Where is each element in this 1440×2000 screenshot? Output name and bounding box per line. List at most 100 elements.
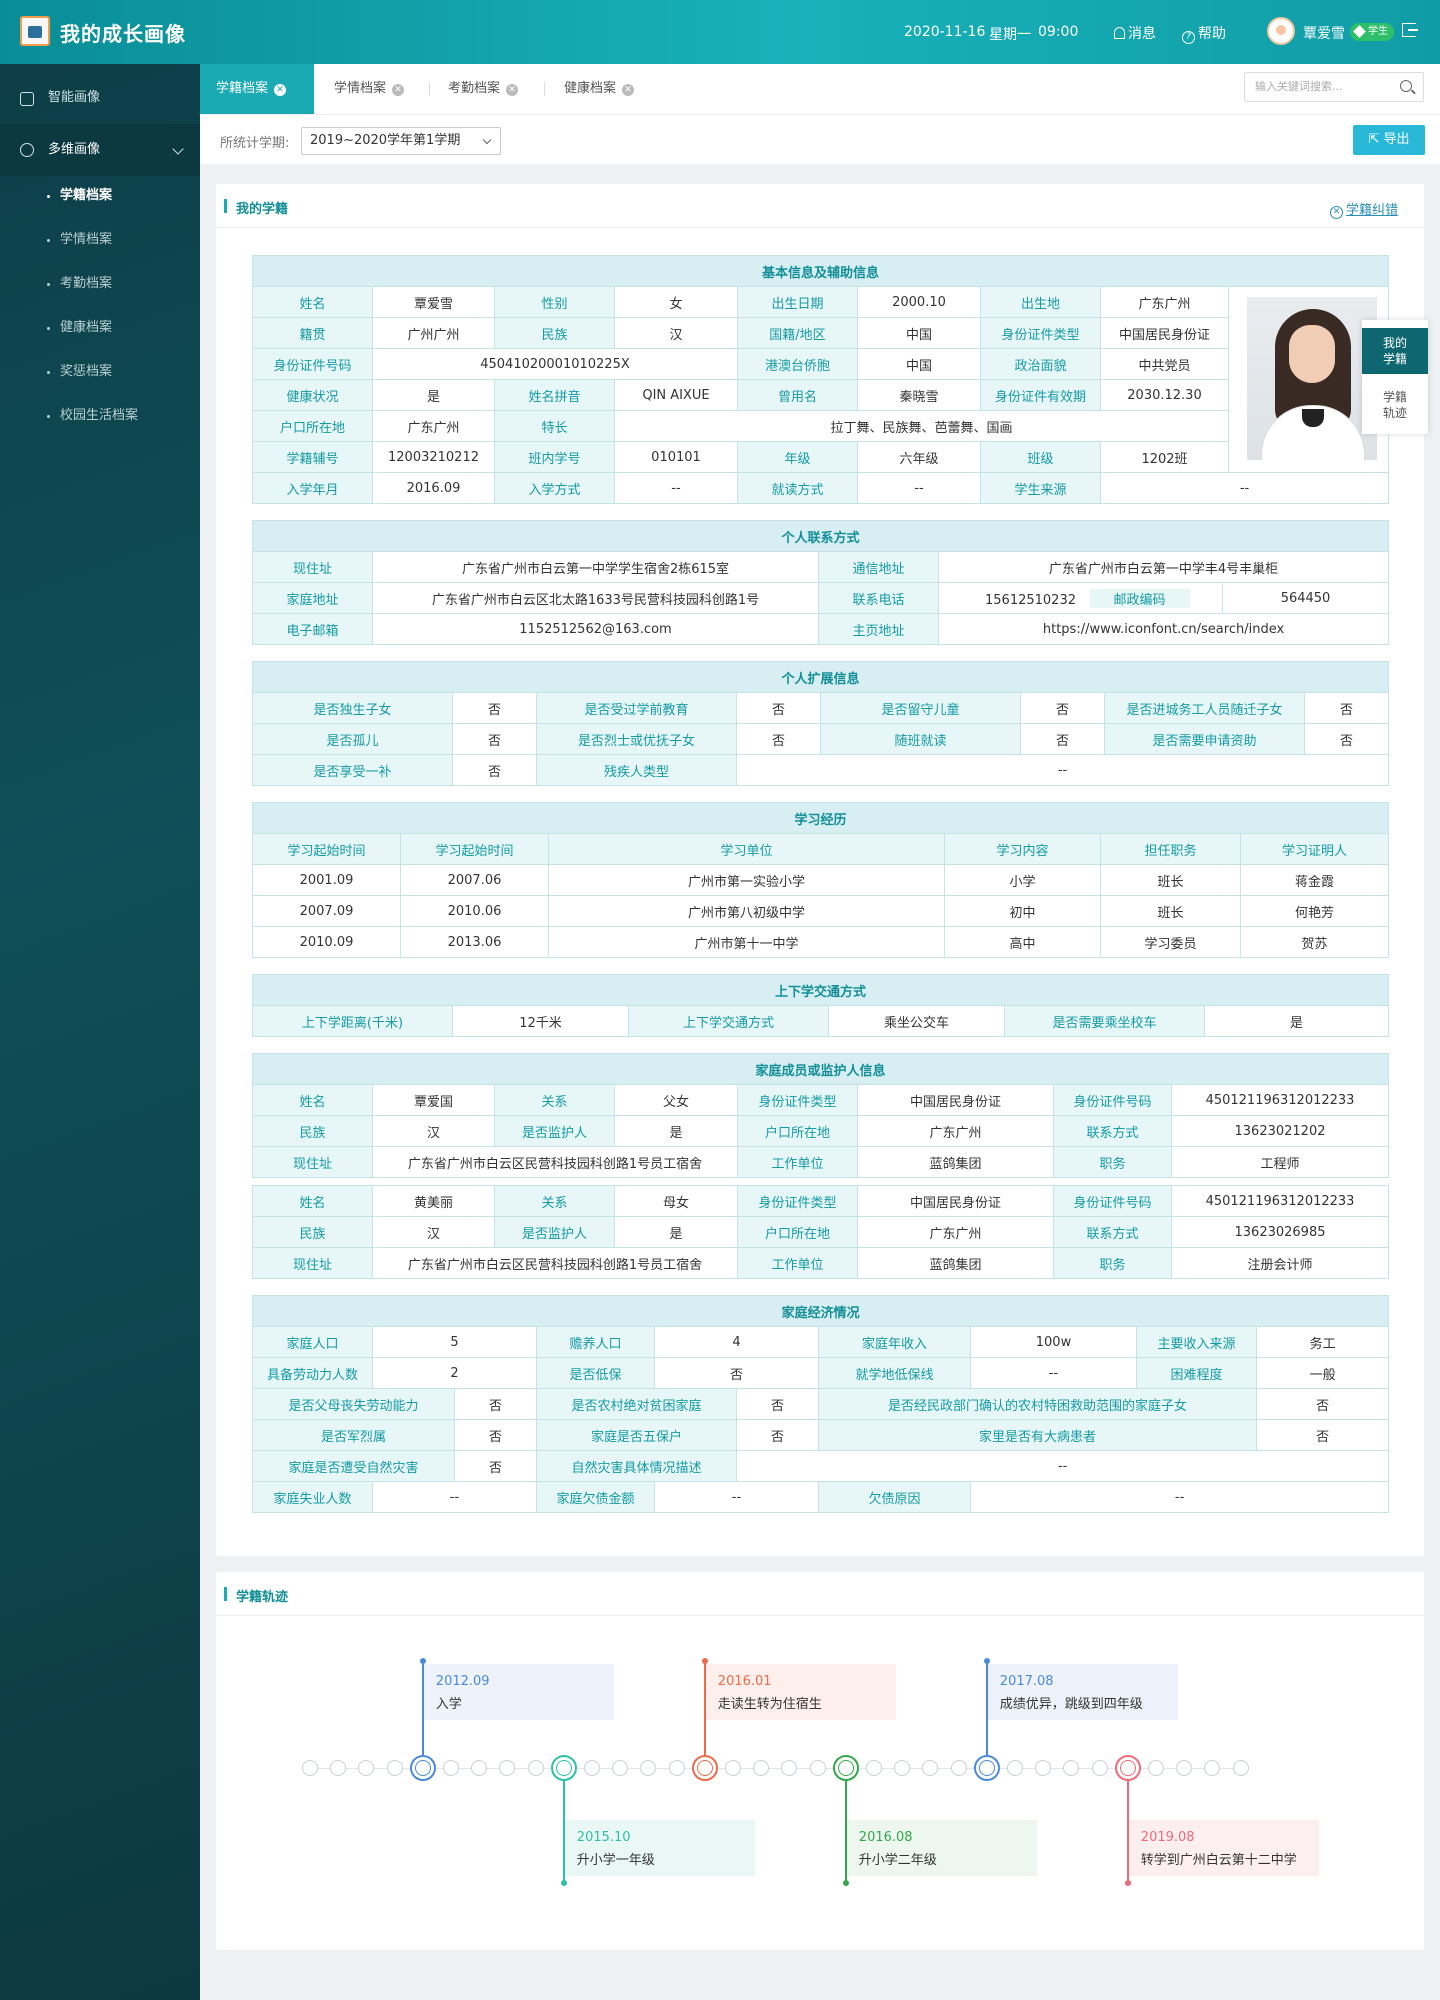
table-row: 2007.09 2010.06 广州市第八初级中学 初中 班长 何艳芳 xyxy=(252,895,1390,927)
field-label: 是否低保 xyxy=(536,1357,655,1389)
timeline-dot xyxy=(1035,1760,1052,1776)
sidebar-item-smart-portrait[interactable]: 智能画像 xyxy=(0,80,200,116)
field-value: -- xyxy=(970,1357,1137,1389)
sidebar-subitem-campus-life[interactable]: 校园生活档案 xyxy=(0,401,200,431)
field-label: 政治面貌 xyxy=(980,348,1101,380)
field-label: 家庭失业人数 xyxy=(252,1481,373,1513)
field-value: 是 xyxy=(614,1216,738,1248)
timeline-node[interactable] xyxy=(973,1755,1000,1781)
help-icon: ? xyxy=(1182,31,1195,44)
sidebar-subitem-health[interactable]: 健康档案 xyxy=(0,313,200,343)
field-value: 广东广州 xyxy=(857,1115,1054,1147)
timeline-node[interactable] xyxy=(1114,1755,1141,1781)
field-label: 身份证件类型 xyxy=(980,317,1101,349)
timeline-dot xyxy=(1176,1760,1193,1776)
timeline-event: 2016.01 走读生转为住宿生 xyxy=(705,1664,896,1720)
field-label: 家庭年收入 xyxy=(818,1326,971,1358)
student-photo xyxy=(1247,297,1377,460)
field-value: 汉 xyxy=(372,1115,495,1147)
table-cell: 2007.06 xyxy=(400,864,549,896)
user-name[interactable]: 覃爱雪 xyxy=(1303,23,1345,43)
field-value: 否 xyxy=(454,1450,537,1482)
timeline-date: 2019.08 xyxy=(1140,1830,1195,1845)
close-icon[interactable]: ✕ xyxy=(274,84,287,96)
field-label: 户口所在地 xyxy=(737,1216,858,1248)
field-label: 学生来源 xyxy=(980,472,1101,504)
field-label: 关系 xyxy=(494,1084,615,1116)
field-value: 广东省广州市白云区民营科技园科创路1号员工宿舍 xyxy=(372,1247,738,1279)
export-button[interactable]: ⇱ 导出 xyxy=(1353,125,1425,155)
float-track-button[interactable]: 学籍 轨迹 xyxy=(1362,382,1428,428)
section-title: 家庭成员或监护人信息 xyxy=(251,1053,1390,1085)
help-label: 帮助 xyxy=(1198,26,1226,42)
tab-learning[interactable]: 学情档案 ✕ xyxy=(318,64,422,114)
float-label: 学籍 xyxy=(1382,390,1407,404)
timeline-date: 2015.10 xyxy=(576,1830,631,1845)
tab-health[interactable]: 健康档案 ✕ xyxy=(548,64,652,114)
field-value: 否 xyxy=(452,754,537,786)
field-label: 性别 xyxy=(494,286,615,318)
field-label: 关系 xyxy=(494,1185,615,1217)
timeline-node[interactable] xyxy=(832,1755,859,1781)
field-label: 家庭是否五保户 xyxy=(536,1419,737,1451)
semester-select[interactable]: 2019~2020学年第1学期 xyxy=(301,127,501,155)
close-icon[interactable]: ✕ xyxy=(506,84,519,96)
sidebar-subitem-attendance[interactable]: 考勤档案 xyxy=(0,269,200,299)
close-icon[interactable]: ✕ xyxy=(622,84,635,96)
search-input[interactable]: 输入关键词搜索... xyxy=(1244,72,1424,102)
sidebar-item-multi-portrait[interactable]: 多维画像 xyxy=(0,124,200,176)
tab-attendance[interactable]: 考勤档案 ✕ xyxy=(432,64,536,114)
chevron-down-icon xyxy=(172,143,184,155)
transport-table: 上下学交通方式 上下学距离(千米) 12千米 上下学交通方式 乘坐公交车 是否需要乘… xyxy=(251,974,1390,1037)
field-label: 是否烈士或优抚子女 xyxy=(536,723,737,755)
tab-label: 学情档案 xyxy=(334,81,387,96)
field-value: 否 xyxy=(1303,723,1390,755)
field-value: 覃爱雪 xyxy=(372,286,495,318)
field-label: 欠债原因 xyxy=(818,1481,971,1513)
field-label: 工作单位 xyxy=(737,1247,858,1279)
timeline-dot xyxy=(1148,1760,1164,1776)
help-link[interactable]: ? 帮助 xyxy=(1182,23,1226,44)
field-label: 是否留守儿童 xyxy=(820,692,1021,724)
field-value: -- xyxy=(857,472,981,504)
table-row: 2010.09 2013.06 广州市第十一中学 高中 学习委员 贺苏 xyxy=(252,926,1390,958)
avatar[interactable] xyxy=(1267,17,1295,45)
field-label: 困难程度 xyxy=(1136,1357,1257,1389)
tab-enrollment[interactable]: 学籍档案 ✕ xyxy=(200,64,314,114)
timeline-event: 2012.09 入学 xyxy=(423,1664,614,1720)
sidebar-subitem-enrollment[interactable]: 学籍档案 xyxy=(0,181,200,211)
timeline-dot xyxy=(358,1760,375,1776)
card-header: 学籍轨迹 xyxy=(216,1572,1424,1616)
sidebar-subitem-rewards[interactable]: 奖惩档案 xyxy=(0,357,200,387)
field-label: 班级 xyxy=(980,441,1101,473)
timeline-node[interactable] xyxy=(409,1755,436,1781)
family-table: 家庭成员或监护人信息 姓名 覃爱国 关系 父女 身份证件类型 中国居民身份证 身份证件… xyxy=(251,1053,1390,1279)
field-value: 否 xyxy=(452,723,537,755)
table-row: 2001.09 2007.06 广州市第一实验小学 小学 班长 蒋金霞 xyxy=(252,864,1390,896)
app-title: 我的成长画像 xyxy=(60,22,186,46)
field-value: 女 xyxy=(614,286,738,318)
table-cell: 广州市第八初级中学 xyxy=(548,895,945,927)
field-value: 蓝鸽集团 xyxy=(857,1247,1054,1279)
field-label: 入学年月 xyxy=(252,472,373,504)
field-label: 工作单位 xyxy=(737,1146,858,1178)
close-icon[interactable]: ✕ xyxy=(392,84,405,96)
app-logo-icon xyxy=(20,16,50,46)
float-my-record-button[interactable]: 我的 学籍 xyxy=(1362,328,1428,374)
timeline-node[interactable] xyxy=(691,1755,718,1781)
phone-value: 15612510232 xyxy=(985,592,1076,608)
correct-record-link[interactable]: ✕ 学籍纠错 xyxy=(1330,199,1398,219)
field-label: 随班就读 xyxy=(820,723,1021,755)
logout-icon[interactable] xyxy=(1402,23,1418,37)
column-header: 担任职务 xyxy=(1100,833,1241,865)
timeline-dot xyxy=(922,1760,939,1776)
timeline-node[interactable] xyxy=(550,1755,577,1781)
correct-label: 学籍纠错 xyxy=(1346,203,1399,218)
field-label: 联系方式 xyxy=(1053,1115,1172,1147)
search-icon[interactable] xyxy=(1400,80,1412,92)
field-label: 是否进城务工人员随迁子女 xyxy=(1104,692,1305,724)
field-value: 汉 xyxy=(614,317,738,349)
messages-link[interactable]: 消息 xyxy=(1114,23,1156,43)
sidebar-subitem-learning[interactable]: 学情档案 xyxy=(0,225,200,255)
column-header: 学习单位 xyxy=(548,833,945,865)
